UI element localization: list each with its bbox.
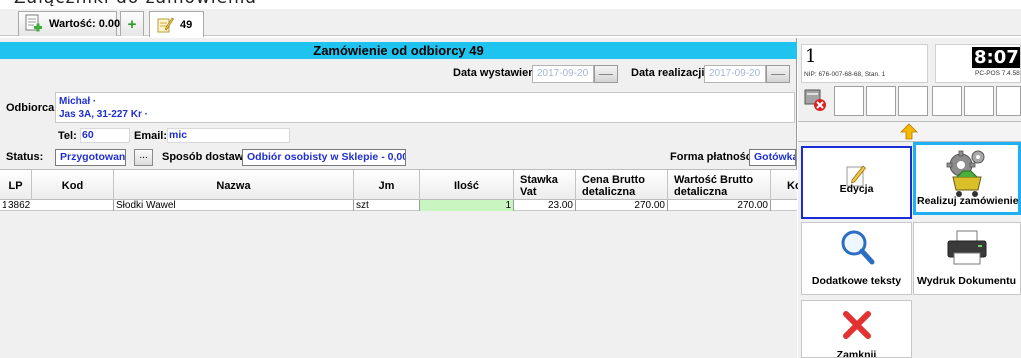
tab-value-label: Wartość: 0.00 — [49, 18, 121, 30]
delivery-field[interactable]: Odbiór osobisty w Sklepie - 0,00 zł — [242, 149, 406, 166]
column-header-wartosc[interactable]: Wartość Brutto detaliczna — [668, 170, 771, 201]
realization-date-label: Data realizacji: — [631, 67, 709, 79]
quick-slot[interactable] — [898, 86, 928, 116]
clock-display: 8:07 PC-POS 7.4.58 — [935, 44, 1021, 83]
table-header: LP Kod Nazwa Jm Ilość Stawka Vat Cena Br… — [0, 169, 802, 201]
document-icon — [25, 14, 43, 34]
quick-slot[interactable] — [834, 86, 864, 116]
cell-cena: 270.00 — [576, 200, 668, 211]
table-row[interactable]: 1 3862 Słodki Wawel szt 1 23.00 270.00 2… — [0, 200, 797, 211]
payment-field[interactable]: Gotówka — [749, 149, 796, 166]
cell-vat: 23.00 — [514, 200, 576, 211]
email-field[interactable]: mic — [167, 128, 290, 143]
client-field[interactable]: Michał · Jas 3A, 31-227 Kr · — [55, 92, 795, 123]
column-header-nazwa[interactable]: Nazwa — [114, 170, 354, 201]
email-value: mic — [169, 129, 188, 141]
column-header-jm[interactable]: Jm — [354, 170, 420, 201]
client-label: Odbiorca: — [6, 102, 58, 114]
quick-slot[interactable] — [996, 86, 1021, 116]
pos-sidebar: 1 NIP: 676-007-68-68, Stan. 1 8:07 PC-PO… — [798, 38, 1021, 358]
order-title: Zamówienie od odbiorcy 49 — [0, 42, 797, 59]
quick-slot[interactable] — [932, 86, 962, 116]
cell-nazwa: Słodki Wawel — [114, 200, 354, 211]
printer-icon — [947, 230, 987, 265]
column-header-kod[interactable]: Kod — [32, 170, 114, 201]
status-field[interactable]: Przygotowane — [55, 149, 126, 166]
pos-version: PC-POS 7.4.58 — [975, 70, 1020, 77]
column-header-lp[interactable]: LP — [0, 170, 32, 201]
magnifier-icon — [841, 230, 874, 265]
order-edit-icon — [156, 15, 174, 35]
close-button[interactable]: Zamknij — [801, 300, 912, 358]
close-icon — [842, 311, 871, 339]
close-label: Zamknij — [836, 349, 877, 358]
email-label: Email: — [134, 130, 168, 142]
scroll-up-bar[interactable] — [798, 121, 1021, 142]
document-tab-strip: Wartość: 0.00 + 49 — [0, 9, 1021, 37]
quick-slot[interactable] — [866, 86, 896, 116]
additional-texts-button[interactable]: Dodatkowe teksty — [801, 222, 912, 295]
client-name: Michał · — [59, 96, 97, 107]
tab-order-label: 49 — [180, 18, 193, 31]
delete-receipt-button[interactable] — [801, 86, 831, 116]
status-label: Status: — [6, 151, 44, 163]
new-tab-button[interactable]: + — [120, 11, 144, 36]
quick-slot[interactable] — [964, 86, 994, 116]
print-document-label: Wydruk Dokumentu — [917, 275, 1016, 287]
realization-date-field[interactable]: 2017-09-20 — [704, 65, 766, 83]
delete-receipt-icon — [804, 89, 826, 111]
arrow-up-icon — [900, 123, 918, 140]
column-header-ilosc[interactable]: Ilość — [420, 170, 514, 201]
cell-jm: szt — [354, 200, 420, 211]
edit-label: Edycja — [839, 183, 874, 195]
counter-display: 1 NIP: 676-007-68-68, Stan. 1 — [801, 44, 928, 83]
print-document-button[interactable]: Wydruk Dokumentu — [913, 222, 1021, 295]
tel-field[interactable]: 60 — [80, 128, 130, 143]
status-more-button[interactable]: ... — [134, 149, 153, 166]
column-header-cena[interactable]: Cena Brutto detaliczna — [576, 170, 668, 201]
nip-text: NIP: 676-007-68-68, Stan. 1 — [804, 71, 886, 78]
cropped-heading: Załączniki do zamówienia — [0, 0, 1021, 9]
client-address: Jas 3A, 31-227 Kr · — [59, 109, 148, 120]
tab-value[interactable]: Wartość: 0.00 — [18, 11, 121, 36]
realize-order-button[interactable]: Realizuj zamówienie — [913, 142, 1021, 215]
tel-label: Tel: — [58, 130, 77, 142]
clock-time: 8:07 — [972, 47, 1020, 68]
cell-kod: 3862 — [6, 200, 114, 211]
order-panel: Zamówienie od odbiorcy 49 Data wystawien… — [0, 38, 802, 358]
realize-order-label: Realizuj zamówienie — [917, 195, 1019, 207]
cell-wartosc: 270.00 — [668, 200, 771, 211]
items-table: LP Kod Nazwa Jm Ilość Stawka Vat Cena Br… — [0, 169, 802, 358]
realization-date-picker-button[interactable] — [766, 65, 790, 83]
edit-button[interactable]: Edycja — [801, 146, 912, 219]
gears-cart-icon — [946, 150, 985, 197]
additional-texts-label: Dodatkowe teksty — [811, 275, 902, 287]
counter-value: 1 — [805, 46, 817, 67]
tab-order-49[interactable]: 49 — [149, 11, 204, 37]
cropped-heading-text: Załączniki do zamówienia — [14, 0, 257, 8]
cell-ilosc[interactable]: 1 — [420, 200, 514, 211]
column-header-vat[interactable]: Stawka Vat — [514, 170, 576, 201]
issue-date-field[interactable]: 2017-09-20 — [532, 65, 594, 83]
payment-label: Forma płatności: — [670, 151, 759, 163]
tel-value: 60 — [82, 129, 94, 141]
delivery-label: Sposób dostawy: — [162, 151, 254, 163]
column-header-ko[interactable]: Ko — [771, 170, 802, 201]
plus-icon: + — [127, 15, 137, 33]
issue-date-picker-button[interactable] — [594, 65, 618, 83]
